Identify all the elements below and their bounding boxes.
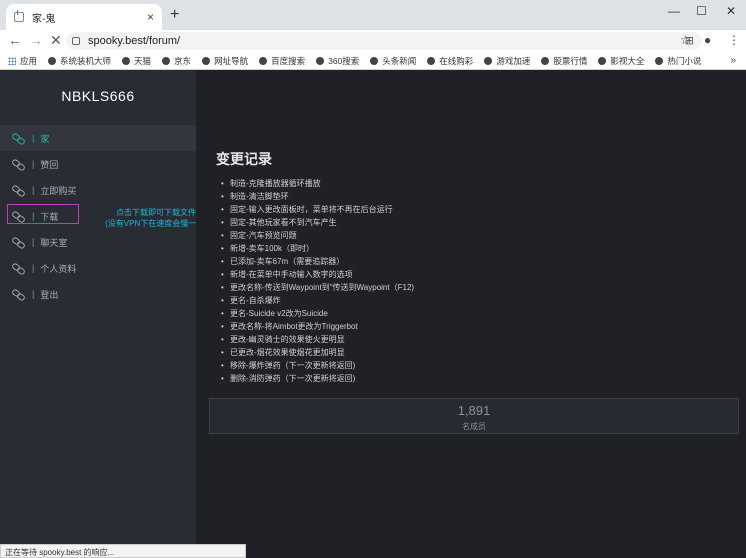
bookmark-item[interactable]: 游戏加速 — [484, 55, 530, 67]
globe-icon — [202, 56, 211, 65]
globe-icon — [484, 56, 493, 65]
forward-arrow-icon[interactable]: → — [29, 32, 43, 48]
sidebar: NBKLS666 | 家 | 赞回 | 立即购买 | 下载 | 聊天室 | 个人… — [0, 70, 207, 558]
tab-close-icon[interactable]: × — [147, 10, 154, 24]
sidebar-item-home[interactable]: | 家 — [0, 125, 196, 151]
list-item: 新增-卖车100k（即时） — [221, 242, 414, 255]
globe-icon — [370, 56, 379, 65]
link-icon — [12, 290, 24, 298]
list-item: 固定-汽车预览问题 — [221, 229, 414, 242]
list-item: 更改名称-传送到Waypoint到"传送到Waypoint（F12) — [221, 281, 414, 294]
globe-icon — [259, 56, 268, 65]
site-brand[interactable]: NBKLS666 — [0, 88, 196, 104]
list-item: 更名-Suicide v2改为Suicide — [221, 307, 414, 320]
sidebar-item-label: 赞回 — [40, 159, 59, 170]
sidebar-item-label: 个人资料 — [40, 263, 77, 274]
link-icon — [12, 134, 24, 142]
browser-toolbar: ← → ✕ ⊞ ☆ ● ⋮ — [0, 30, 746, 52]
download-highlight-box — [7, 204, 79, 224]
close-window-button[interactable]: ✕ — [726, 4, 736, 18]
lock-icon — [72, 37, 80, 45]
loading-favicon-icon — [14, 10, 24, 22]
address-bar[interactable]: ⊞ — [66, 32, 702, 50]
list-item: 制造-克隆播放器循环播放 — [221, 177, 414, 190]
changelog-list: 制造-克隆播放器循环播放 制造-清洁脚垫环 固定-输入更改面板时，菜单将不再在后… — [221, 177, 414, 385]
bookmark-apps[interactable]: 应用 — [8, 55, 37, 67]
sidebar-item-donate[interactable]: | 赞回 — [0, 151, 196, 177]
globe-icon — [48, 56, 57, 65]
page-title: 变更记录 — [216, 151, 272, 167]
bookmark-item[interactable]: 在线购彩 — [427, 55, 473, 67]
bookmark-star-icon[interactable]: ☆ — [680, 33, 691, 47]
sidebar-item-buy[interactable]: | 立即购买 — [0, 177, 196, 203]
status-bar: 正在等待 spooky.best 的响应... — [0, 544, 246, 558]
list-item: 移除-爆炸弹药（下一次更新将返回) — [221, 359, 414, 372]
sidebar-item-label: 聊天室 — [40, 237, 68, 248]
bookmark-item[interactable]: 热门小说 — [655, 55, 701, 67]
link-icon — [12, 186, 24, 194]
bookmark-item[interactable]: 头条新闻 — [370, 55, 416, 67]
sidebar-item-label: 立即购买 — [40, 185, 77, 196]
tab-title: 家-鬼 — [32, 13, 56, 25]
apps-grid-icon — [8, 56, 16, 65]
link-icon — [12, 264, 24, 272]
bookmark-item[interactable]: 网址导航 — [202, 55, 248, 67]
bookmark-item[interactable]: 股票行情 — [541, 55, 587, 67]
sidebar-item-logout[interactable]: | 登出 — [0, 281, 196, 307]
bookmark-item[interactable]: 360搜索 — [316, 55, 359, 67]
globe-icon — [316, 56, 325, 65]
bookmark-item[interactable]: 京东 — [162, 55, 191, 67]
list-item: 新增-在菜单中手动输入数字的选项 — [221, 268, 414, 281]
sidebar-item-chat[interactable]: | 聊天室 — [0, 229, 196, 255]
browser-tab[interactable]: 家-鬼 × — [6, 4, 162, 30]
globe-icon — [122, 56, 131, 65]
bookmark-item[interactable]: 系统装机大师 — [48, 55, 111, 67]
sidebar-item-label: 登出 — [40, 289, 59, 300]
globe-icon — [427, 56, 436, 65]
list-item: 制造-清洁脚垫环 — [221, 190, 414, 203]
list-item: 更名-自杀爆炸 — [221, 294, 414, 307]
menu-kebab-icon[interactable]: ⋮ — [728, 33, 740, 47]
link-icon — [12, 238, 24, 246]
member-count-card: 1,891 名成员 — [209, 398, 739, 434]
link-icon — [12, 160, 24, 168]
bookmark-item[interactable]: 天猫 — [122, 55, 151, 67]
list-item: 固定-其他玩家看不到汽车产生 — [221, 216, 414, 229]
url-input[interactable] — [88, 35, 488, 47]
bookmarks-overflow-button[interactable]: » — [730, 55, 736, 66]
minimize-button[interactable]: — — [668, 4, 680, 18]
profile-avatar-icon[interactable]: ● — [704, 33, 711, 47]
globe-icon — [541, 56, 550, 65]
back-arrow-icon[interactable]: ← — [8, 32, 22, 48]
member-count-value: 1,891 — [457, 403, 491, 418]
maximize-button[interactable]: ☐ — [696, 4, 707, 18]
member-count-label: 名成员 — [462, 422, 486, 431]
list-item: 更改-幽灵骑士的效果使火更明显 — [221, 333, 414, 346]
main-content: 变更记录 制造-克隆播放器循环播放 制造-清洁脚垫环 固定-输入更改面板时，菜单… — [196, 70, 746, 558]
list-item: 更改名称-将Aimbot更改为Triggerbot — [221, 320, 414, 333]
sidebar-item-profile[interactable]: | 个人资料 — [0, 255, 196, 281]
bookmark-item[interactable]: 影视大全 — [598, 55, 644, 67]
browser-tabstrip: 家-鬼 × + — ☐ ✕ — [0, 0, 746, 30]
globe-icon — [162, 56, 171, 65]
list-item: 已添加-卖车67m（需要追踪器） — [221, 255, 414, 268]
sidebar-item-label: 家 — [40, 133, 50, 144]
bookmarks-bar: 应用 系统装机大师 天猫 京东 网址导航 百度搜索 360搜索 头条新闻 在线购… — [0, 52, 746, 70]
bookmark-item[interactable]: 百度搜索 — [259, 55, 305, 67]
list-item: 固定-输入更改面板时，菜单将不再在后台运行 — [221, 203, 414, 216]
new-tab-button[interactable]: + — [170, 6, 179, 24]
globe-icon — [655, 56, 664, 65]
list-item: 已更改-烟花效果使烟花更加明显 — [221, 346, 414, 359]
globe-icon — [598, 56, 607, 65]
list-item: 删除-消防弹药（下一次更新将返回) — [221, 372, 414, 385]
stop-loading-icon[interactable]: ✕ — [50, 32, 62, 49]
